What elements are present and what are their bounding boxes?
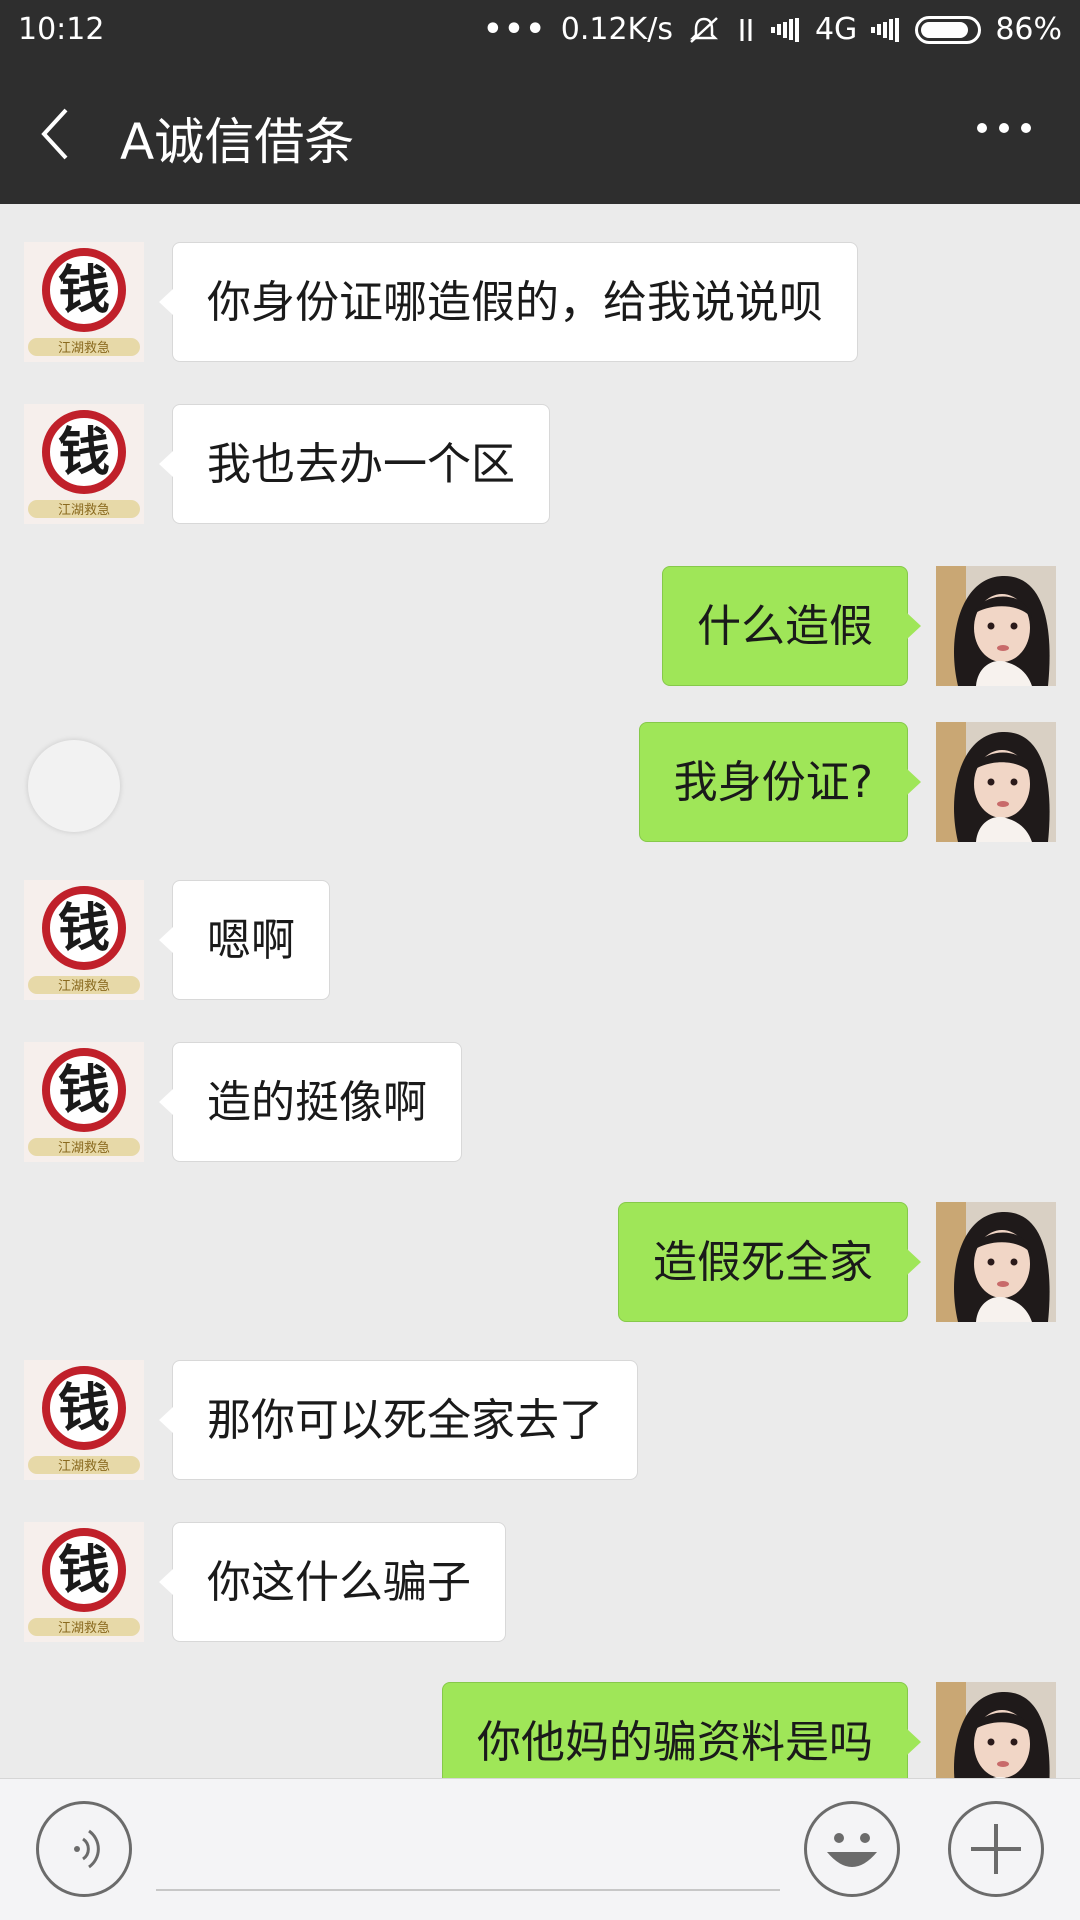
message-bubble[interactable]: 那你可以死全家去了 xyxy=(159,1360,638,1480)
message-bubble[interactable]: 嗯啊 xyxy=(159,880,330,1000)
message-row: 钱江湖救急 造的挺像啊 xyxy=(0,1042,1080,1162)
message-list[interactable]: 钱江湖救急 你身份证哪造假的，给我说说呗钱江湖救急 我也去办一个区 什么造假 我身份证?… xyxy=(0,204,1080,1778)
avatar-label: 钱 xyxy=(58,1541,110,1601)
contact-avatar[interactable]: 钱江湖救急 xyxy=(24,404,144,524)
message-bubble[interactable]: 你身份证哪造假的，给我说说呗 xyxy=(159,242,858,362)
message-bubble[interactable]: 我身份证? xyxy=(638,722,922,842)
message-bubble[interactable]: 你这什么骗子 xyxy=(159,1522,506,1642)
avatar-caption: 江湖救急 xyxy=(58,502,110,518)
my-avatar[interactable] xyxy=(936,566,1056,686)
contact-avatar[interactable]: 钱江湖救急 xyxy=(24,1042,144,1162)
input-bar xyxy=(0,1778,1080,1920)
back-arrow-icon[interactable] xyxy=(36,104,80,164)
status-time: 10:12 xyxy=(18,12,105,47)
more-options-icon[interactable] xyxy=(974,120,1034,136)
message-input[interactable] xyxy=(156,1819,780,1891)
avatar-label: 钱 xyxy=(58,261,110,321)
message-row: 造假死全家 xyxy=(0,1202,1080,1322)
chat-header: A诚信借条 xyxy=(0,62,1080,204)
message-bubble[interactable]: 我也去办一个区 xyxy=(159,404,550,524)
battery-icon xyxy=(915,15,982,44)
message-bubble[interactable]: 造的挺像啊 xyxy=(159,1042,462,1162)
avatar-caption: 江湖救急 xyxy=(58,1140,110,1156)
my-avatar[interactable] xyxy=(936,722,1056,842)
voice-button[interactable] xyxy=(36,1801,132,1897)
avatar-caption: 江湖救急 xyxy=(58,1458,110,1474)
avatar-caption: 江湖救急 xyxy=(58,978,110,994)
my-avatar[interactable] xyxy=(936,1682,1056,1778)
battery-percent: 86% xyxy=(995,12,1062,47)
avatar-label: 钱 xyxy=(58,423,110,483)
data-transfer-icon xyxy=(735,15,757,45)
message-row: 钱江湖救急 你身份证哪造假的，给我说说呗 xyxy=(0,242,1080,362)
network-type: 4G xyxy=(814,12,858,47)
message-row: 钱江湖救急 我也去办一个区 xyxy=(0,404,1080,524)
message-bubble[interactable]: 什么造假 xyxy=(662,566,921,686)
message-row: 我身份证? xyxy=(0,722,1080,842)
battery-fill xyxy=(921,21,968,38)
message-row: 钱江湖救急 嗯啊 xyxy=(0,880,1080,1000)
message-row: 钱江湖救急 那你可以死全家去了 xyxy=(0,1360,1080,1480)
message-bubble[interactable]: 你他妈的骗资料是吗 xyxy=(442,1682,921,1778)
avatar-caption: 江湖救急 xyxy=(58,1620,110,1636)
message-row: 你他妈的骗资料是吗 xyxy=(0,1682,1080,1778)
message-row: 钱江湖救急 你这什么骗子 xyxy=(0,1522,1080,1642)
message-bubble[interactable]: 造假死全家 xyxy=(618,1202,921,1322)
contact-avatar[interactable]: 钱江湖救急 xyxy=(24,880,144,1000)
network-speed: 0.12K/s xyxy=(560,12,673,47)
mute-icon xyxy=(687,15,721,45)
contact-avatar[interactable]: 钱江湖救急 xyxy=(24,1522,144,1642)
avatar-label: 钱 xyxy=(58,1061,110,1121)
add-button[interactable] xyxy=(948,1801,1044,1897)
avatar-label: 钱 xyxy=(58,1379,110,1439)
plus-icon xyxy=(971,1824,1021,1874)
voice-icon xyxy=(74,1829,100,1869)
chat-title: A诚信借条 xyxy=(120,113,355,171)
contact-avatar[interactable]: 钱江湖救急 xyxy=(24,1360,144,1480)
status-bar: 10:12 ••• 0.12K/s 4G 86% xyxy=(0,0,1080,62)
emoji-icon xyxy=(827,1833,877,1867)
message-row: 什么造假 xyxy=(0,566,1080,686)
contact-avatar[interactable]: 钱江湖救急 xyxy=(24,242,144,362)
avatar-label: 钱 xyxy=(58,899,110,959)
more-notifications-icon: ••• xyxy=(483,12,547,47)
signal-icon xyxy=(770,17,801,42)
emoji-button[interactable] xyxy=(804,1801,900,1897)
my-avatar[interactable] xyxy=(936,1202,1056,1322)
avatar-caption: 江湖救急 xyxy=(58,340,110,356)
signal-icon-2 xyxy=(871,17,901,42)
status-icons: ••• 0.12K/s 4G 86% xyxy=(469,12,1062,47)
